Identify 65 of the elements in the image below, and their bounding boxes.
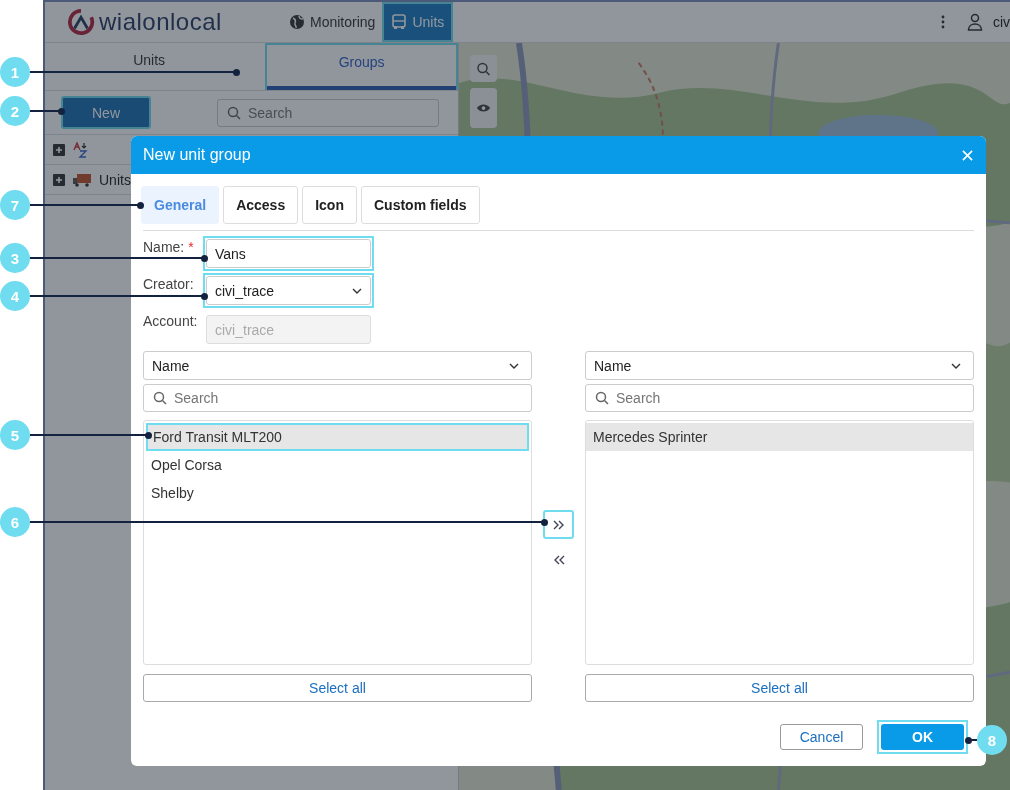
dialog-title: New unit group bbox=[143, 146, 251, 164]
sort-icon[interactable] bbox=[72, 141, 88, 158]
leader-dot bbox=[965, 737, 972, 744]
sort-dropdown[interactable]: Name bbox=[585, 351, 974, 380]
expand-icon[interactable] bbox=[53, 143, 65, 156]
field-label: Creator: bbox=[143, 276, 194, 292]
search-field[interactable]: Search bbox=[217, 98, 439, 127]
double-chevron-right-icon bbox=[552, 519, 565, 530]
leader-dot bbox=[58, 108, 65, 115]
field-label: Name: bbox=[143, 239, 185, 255]
creator-dropdown[interactable]: civi_trace bbox=[206, 276, 371, 305]
tree-item[interactable]: Units bbox=[99, 171, 131, 188]
double-chevron-left-icon bbox=[552, 554, 565, 565]
user-name[interactable]: civ bbox=[992, 14, 1010, 30]
select-all-button[interactable]: Select all bbox=[143, 674, 532, 702]
leader-dot bbox=[201, 255, 208, 262]
leader-dot bbox=[233, 69, 240, 76]
leader-dot bbox=[201, 293, 208, 300]
eye-icon bbox=[476, 101, 491, 115]
chevron-down-icon bbox=[509, 362, 519, 369]
search-field[interactable]: Search bbox=[143, 384, 532, 412]
close-icon[interactable] bbox=[962, 149, 973, 161]
dialog-tab[interactable]: Access bbox=[223, 186, 299, 224]
panel-tab[interactable]: Groups bbox=[265, 43, 458, 90]
chevron-down-icon bbox=[951, 362, 961, 369]
sort-dropdown[interactable]: Name bbox=[143, 351, 532, 380]
search-icon bbox=[595, 391, 609, 405]
new-button[interactable]: New bbox=[61, 96, 151, 129]
map-layers-button[interactable] bbox=[470, 88, 497, 128]
name-field[interactable]: Vans bbox=[206, 239, 371, 268]
search-icon bbox=[153, 391, 167, 405]
dialog-tab[interactable]: Custom fields bbox=[360, 186, 480, 224]
list-item[interactable]: Ford Transit MLT200 bbox=[146, 423, 529, 451]
list-item[interactable]: Mercedes Sprinter bbox=[586, 423, 973, 451]
search-icon bbox=[476, 61, 491, 76]
more-icon[interactable] bbox=[940, 15, 945, 29]
account-field: civi_trace bbox=[206, 315, 371, 344]
leader-dot bbox=[137, 202, 144, 209]
nav-tab[interactable]: Units bbox=[382, 2, 454, 42]
search-field[interactable]: Search bbox=[585, 384, 974, 412]
required-mark: * bbox=[188, 239, 194, 255]
move-right-button[interactable] bbox=[543, 510, 574, 539]
logo-text: wialonlocal bbox=[99, 8, 222, 36]
field-label: Account: bbox=[143, 313, 198, 329]
dialog-tab[interactable]: General bbox=[141, 186, 220, 224]
chevron-down-icon bbox=[352, 287, 362, 294]
leader-dot bbox=[541, 519, 548, 526]
cancel-button[interactable]: Cancel bbox=[780, 724, 863, 750]
map-search-button[interactable] bbox=[470, 55, 497, 82]
expand-icon[interactable] bbox=[53, 173, 65, 186]
logo-icon bbox=[67, 8, 95, 36]
leader-dot bbox=[145, 432, 152, 439]
user-icon[interactable] bbox=[966, 13, 983, 31]
list-item[interactable]: Shelby bbox=[144, 479, 531, 507]
truck-icon bbox=[72, 172, 92, 187]
globe-icon bbox=[289, 14, 305, 30]
select-all-button[interactable]: Select all bbox=[585, 674, 974, 702]
panel-tab[interactable]: Units bbox=[85, 43, 214, 90]
leader-line bbox=[30, 110, 61, 112]
nav-tab[interactable]: Monitoring bbox=[282, 2, 383, 42]
ok-button[interactable]: OK bbox=[881, 724, 964, 750]
bus-icon bbox=[391, 14, 408, 30]
dialog-tab[interactable]: Icon bbox=[302, 186, 357, 224]
list-item[interactable]: Opel Corsa bbox=[144, 451, 531, 479]
search-icon bbox=[227, 105, 241, 120]
